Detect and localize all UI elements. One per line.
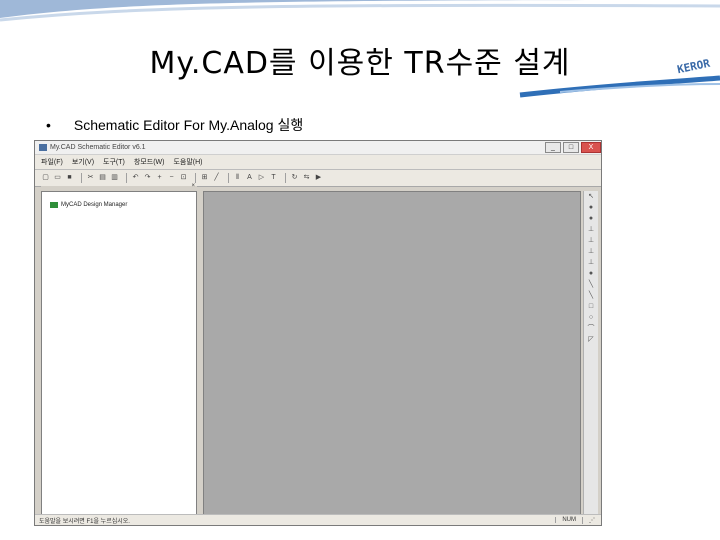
dot-icon[interactable]: ● <box>584 268 598 279</box>
run-icon[interactable]: ▶ <box>314 174 323 182</box>
arc-icon[interactable]: ⌒ <box>584 323 598 334</box>
toolbar: ▢ ▭ ■ ✂ ▤ ▥ ↶ ↷ + − ⊡ ⊞ ╱ ⫴ A ▷ T ↻ ⇆ ▶ <box>35 170 601 187</box>
ground-icon[interactable]: ⊥ <box>584 235 598 246</box>
paste-icon[interactable]: ▥ <box>110 174 119 182</box>
undo-icon[interactable]: ↶ <box>131 174 140 182</box>
ground-icon[interactable]: ⊥ <box>584 224 598 235</box>
redo-icon[interactable]: ↷ <box>143 174 152 182</box>
polygon-icon[interactable]: ◸ <box>584 334 598 345</box>
tree-item-label: MyCAD Design Manager <box>61 202 128 208</box>
design-manager-panel: MyCAD Design Manager <box>41 191 197 516</box>
copy-icon[interactable]: ▤ <box>98 174 107 182</box>
schematic-canvas[interactable] <box>203 191 581 516</box>
circle-icon[interactable]: ○ <box>584 312 598 323</box>
port-icon[interactable]: ▷ <box>257 174 266 182</box>
label-icon[interactable]: A <box>245 174 254 182</box>
status-bar: 도움말을 보시려면 F1을 누르십시오. NUM ⋰ <box>35 514 601 525</box>
slide-title: My.CAD를 이용한 TR수준 설계 <box>149 46 571 81</box>
flip-icon[interactable]: ⇆ <box>302 174 311 182</box>
zoom-in-icon[interactable]: + <box>155 174 164 182</box>
menu-help[interactable]: 도움말(H) <box>173 157 202 167</box>
close-button[interactable]: X <box>581 142 601 153</box>
grid-icon[interactable]: ⊞ <box>200 174 209 182</box>
dot-icon[interactable]: ● <box>584 202 598 213</box>
status-text: 도움말을 보시려면 F1을 누르십시오. <box>39 518 130 525</box>
app-window: My.CAD Schematic Editor v6.1 _ □ X 파일(F)… <box>34 140 602 526</box>
resize-grip-icon[interactable]: ⋰ <box>582 516 601 524</box>
tree-item-design-manager[interactable]: MyCAD Design Manager <box>50 202 127 208</box>
maximize-button[interactable]: □ <box>563 142 579 153</box>
bullet-marker: • <box>46 117 51 133</box>
ground-icon[interactable]: ⊥ <box>584 246 598 257</box>
rectangle-icon[interactable]: □ <box>584 301 598 312</box>
menu-bar: 파일(F) 보기(V) 도구(T) 창모드(W) 도움말(H) <box>35 155 601 170</box>
line-icon[interactable]: ╲ <box>584 279 598 290</box>
cut-icon[interactable]: ✂ <box>86 174 95 182</box>
folder-icon <box>50 202 58 208</box>
window-titlebar[interactable]: My.CAD Schematic Editor v6.1 _ □ X <box>35 141 601 155</box>
menu-file[interactable]: 파일(F) <box>41 157 63 167</box>
zoom-out-icon[interactable]: − <box>167 174 176 182</box>
window-title: My.CAD Schematic Editor v6.1 <box>50 144 146 151</box>
line-icon[interactable]: ╲ <box>584 290 598 301</box>
fit-icon[interactable]: ⊡ <box>179 174 188 182</box>
open-icon[interactable]: ▭ <box>53 174 62 182</box>
panel-close-icon[interactable]: × <box>191 183 195 189</box>
bullet-item: • Schematic Editor For My.Analog 실행 <box>46 115 303 135</box>
ground-icon[interactable]: ⊥ <box>584 257 598 268</box>
num-lock-indicator: NUM <box>555 517 582 523</box>
minimize-button[interactable]: _ <box>545 142 561 153</box>
new-icon[interactable]: ▢ <box>41 174 50 182</box>
app-icon <box>39 144 47 151</box>
drawing-toolbar: ↖ ● ● ⊥ ⊥ ⊥ ⊥ ● ╲ ╲ □ ○ ⌒ ◸ <box>583 191 598 516</box>
rotate-icon[interactable]: ↻ <box>290 174 299 182</box>
wire-icon[interactable]: ╱ <box>212 174 221 182</box>
menu-tools[interactable]: 도구(T) <box>103 157 125 167</box>
menu-window[interactable]: 창모드(W) <box>134 157 165 167</box>
bullet-text: Schematic Editor For My.Analog 실행 <box>73 117 304 133</box>
text-icon[interactable]: T <box>269 174 278 182</box>
dot-icon[interactable]: ● <box>584 213 598 224</box>
pointer-icon[interactable]: ↖ <box>584 191 598 202</box>
menu-view[interactable]: 보기(V) <box>72 157 94 167</box>
bus-icon[interactable]: ⫴ <box>233 174 242 182</box>
save-icon[interactable]: ■ <box>65 174 74 182</box>
